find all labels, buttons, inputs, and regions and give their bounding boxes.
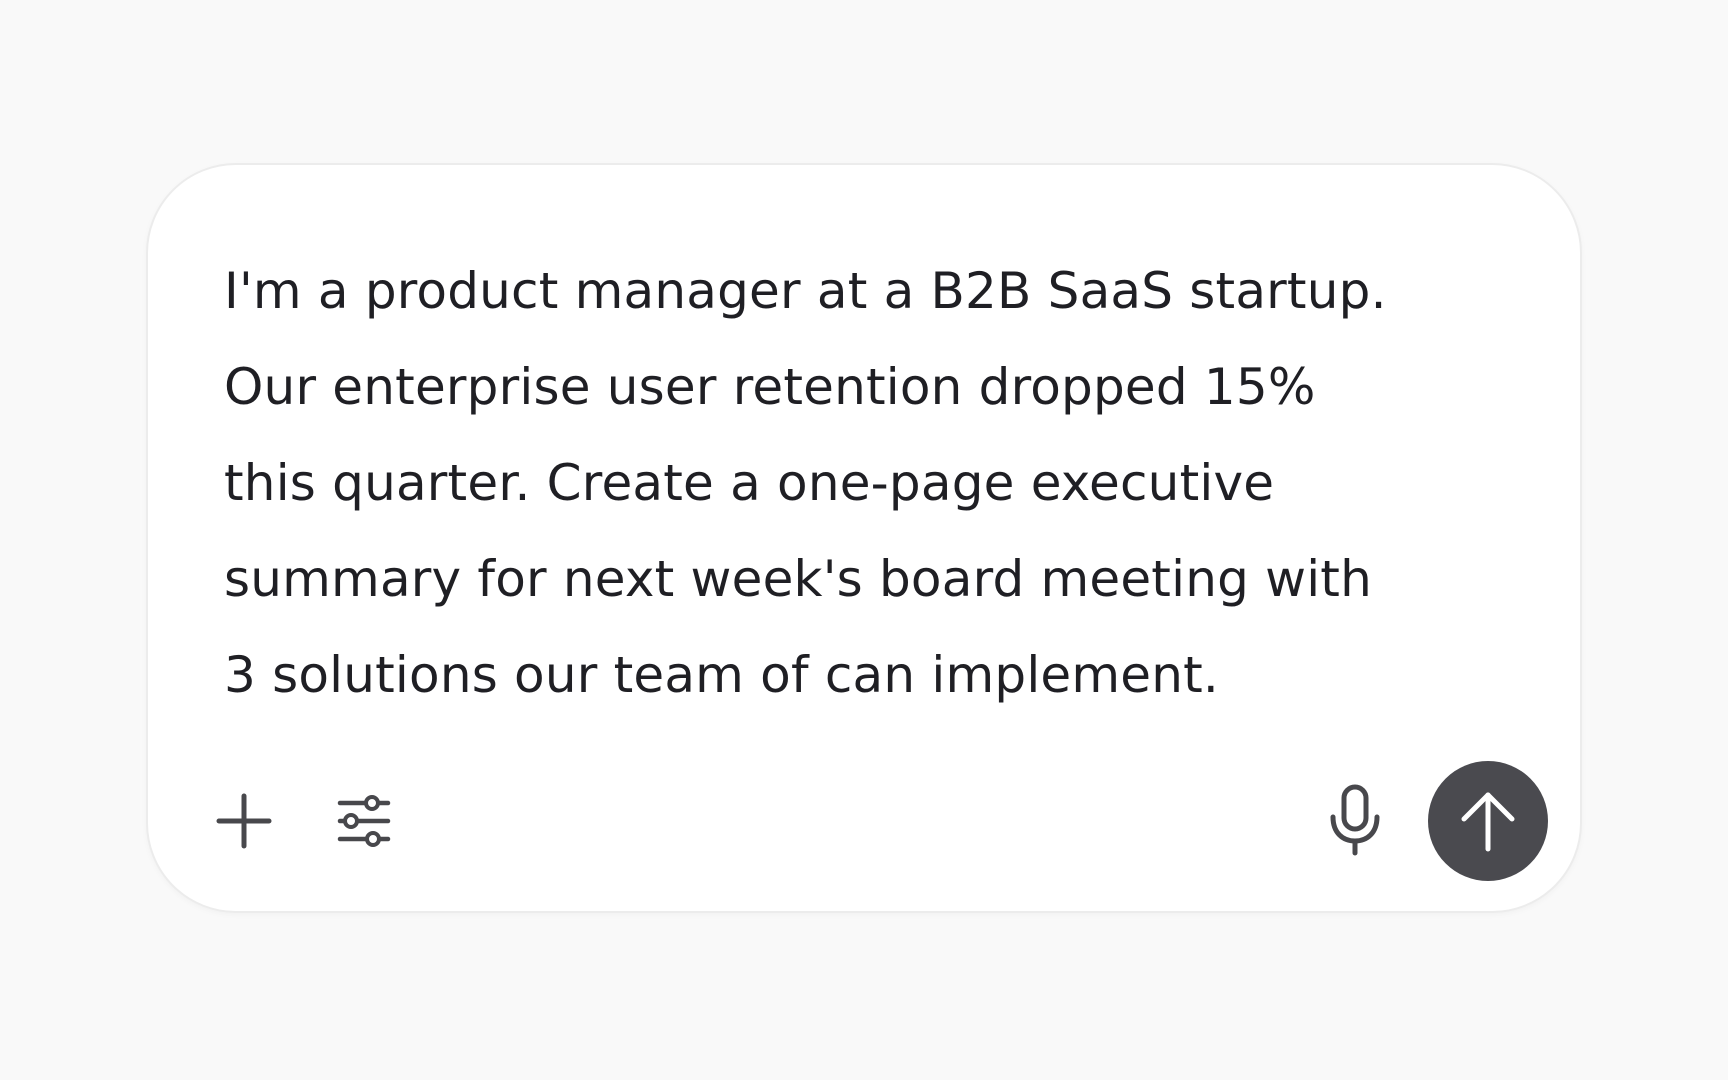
chat-composer: I'm a product manager at a B2B SaaS star… xyxy=(146,163,1582,913)
sliders-icon xyxy=(334,791,394,851)
voice-input-button[interactable] xyxy=(1324,783,1386,859)
add-attachment-button[interactable] xyxy=(214,791,274,851)
arrow-up-icon xyxy=(1458,789,1518,853)
tools-button[interactable] xyxy=(334,791,394,851)
send-button[interactable] xyxy=(1428,761,1548,881)
microphone-icon xyxy=(1324,783,1386,859)
prompt-input[interactable]: I'm a product manager at a B2B SaaS star… xyxy=(224,243,1404,723)
plus-icon xyxy=(214,791,274,851)
